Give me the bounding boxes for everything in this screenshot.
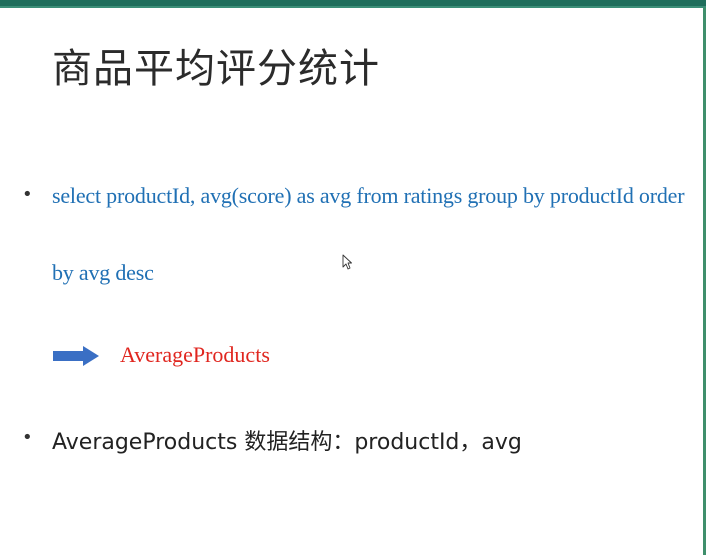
result-table-name: AverageProducts: [120, 342, 270, 367]
right-arrow-icon: [53, 346, 99, 366]
top-accent-line: [0, 6, 706, 8]
sql-query-line-1: select productId, avg(score) as avg from…: [52, 183, 685, 208]
slide-title: 商品平均评分统计: [52, 46, 380, 92]
bullet-marker: •: [22, 184, 33, 205]
data-structure-line: AverageProducts 数据结构：productId，avg: [52, 430, 522, 455]
bullet-marker: •: [22, 427, 33, 448]
mouse-pointer-icon: [342, 254, 352, 270]
sql-query-line-2: by avg desc: [52, 260, 154, 285]
